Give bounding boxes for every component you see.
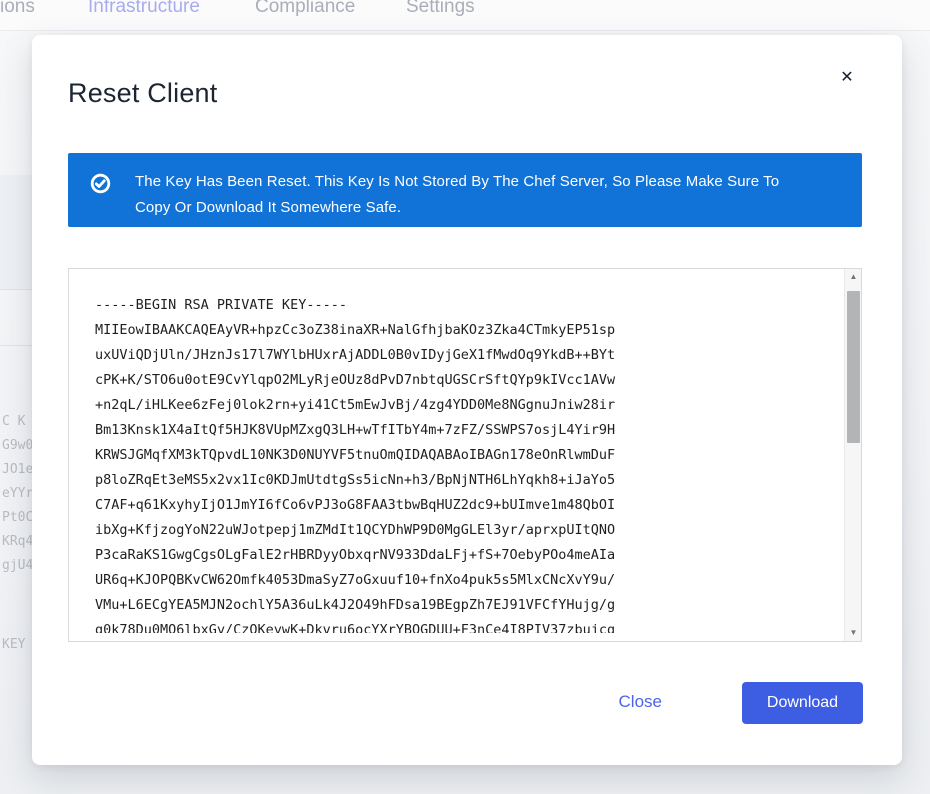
background-key-fragment: JO1e [2, 462, 33, 477]
download-button[interactable]: Download [742, 682, 863, 724]
check-circle-icon [90, 173, 111, 194]
banner-message: The Key Has Been Reset. This Key Is Not … [135, 169, 783, 221]
background-key-fragment: KRq4 [2, 534, 33, 549]
key-scrollbar[interactable]: ▲ ▼ [844, 269, 861, 641]
scrollbar-thumb[interactable] [847, 291, 860, 443]
reset-client-modal: Reset Client ✕ The Key Has Been Reset. T… [32, 35, 902, 765]
top-navigation: ions Infrastructure Compliance Settings [0, 0, 930, 31]
background-key-fragment: C K [2, 414, 25, 429]
nav-item-infrastructure[interactable]: Infrastructure [88, 0, 200, 18]
scrollbar-down-icon[interactable]: ▼ [845, 625, 862, 641]
background-divider [0, 345, 32, 346]
scrollbar-up-icon[interactable]: ▲ [845, 269, 862, 285]
background-key-fragment: Pt0C [2, 510, 33, 525]
background-key-fragment: KEY [2, 637, 25, 652]
background-key-fragment: G9w0 [2, 438, 33, 453]
nav-item-compliance[interactable]: Compliance [255, 0, 355, 18]
background-divider [0, 289, 32, 290]
private-key-text: -----BEGIN RSA PRIVATE KEY----- MIIEowIB… [95, 293, 821, 633]
background-key-fragment: gjU4 [2, 558, 33, 573]
private-key-container[interactable]: -----BEGIN RSA PRIVATE KEY----- MIIEowIB… [68, 268, 862, 642]
modal-title: Reset Client [68, 78, 217, 109]
background-panel [0, 175, 32, 289]
nav-item-settings[interactable]: Settings [406, 0, 475, 18]
key-reset-banner: The Key Has Been Reset. This Key Is Not … [68, 153, 862, 227]
background-key-fragment: eYYr [2, 486, 33, 501]
close-button[interactable]: Close [619, 692, 662, 712]
nav-item-applications[interactable]: ions [0, 0, 35, 18]
close-icon[interactable]: ✕ [836, 67, 858, 89]
